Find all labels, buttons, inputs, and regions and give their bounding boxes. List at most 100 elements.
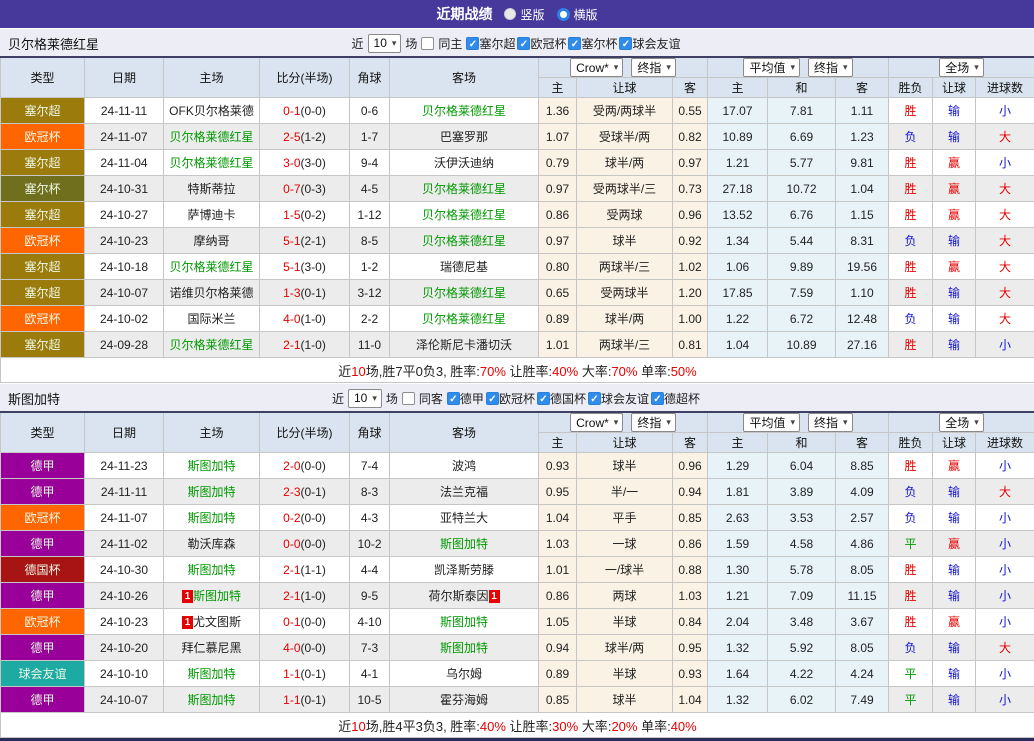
home-team-name[interactable]: 斯图加特 xyxy=(187,485,235,499)
away-team-cell: 斯图加特 xyxy=(390,531,539,557)
home-team-name[interactable]: 尤文图斯 xyxy=(193,615,241,629)
home-team-name[interactable]: 斯图加特 xyxy=(187,693,235,707)
league-badge: 德甲 xyxy=(1,479,85,505)
home-team-name[interactable]: 斯图加特 xyxy=(193,589,241,603)
handicap-odds-home: 1.03 xyxy=(539,531,577,557)
average-stage-select[interactable]: 终指▾ xyxy=(808,58,853,77)
away-team-cell: 贝尔格莱德红星 xyxy=(390,228,539,254)
away-team-name[interactable]: 泽伦斯尼卡潘切沃 xyxy=(416,338,512,352)
full-time-score: 2-1 xyxy=(283,338,300,352)
away-team-name[interactable]: 瑞德尼基 xyxy=(440,260,488,274)
match-score: 0-2(0-0) xyxy=(260,505,350,531)
home-team-name[interactable]: 斯图加特 xyxy=(187,667,235,681)
bookmaker-stage-select[interactable]: 终指▾ xyxy=(631,58,676,77)
corner-score: 4-4 xyxy=(350,557,390,583)
full-time-score: 5-1 xyxy=(283,260,300,274)
home-team-name[interactable]: 斯图加特 xyxy=(187,563,235,577)
home-team-name[interactable]: 勒沃库森 xyxy=(187,537,235,551)
away-team-name[interactable]: 亚特兰大 xyxy=(440,511,488,525)
games-label: 场 xyxy=(405,35,417,52)
col-handicap: 让球 xyxy=(577,433,673,453)
away-team-name[interactable]: 巴塞罗那 xyxy=(440,130,488,144)
match-score: 1-1(0-1) xyxy=(260,687,350,713)
away-team-name[interactable]: 贝尔格莱德红星 xyxy=(422,182,506,196)
home-team-name[interactable]: 诺维贝尔格莱德 xyxy=(169,286,253,300)
home-team-name[interactable]: 斯图加特 xyxy=(187,511,235,525)
radio-unselected-icon[interactable] xyxy=(504,8,516,20)
avg-away-odds: 8.05 xyxy=(836,557,889,583)
away-team-name[interactable]: 凯泽斯劳滕 xyxy=(434,563,494,577)
scope-select[interactable]: 全场▾ xyxy=(939,58,984,77)
league-filter-checkbox[interactable]: ✓ xyxy=(619,37,632,50)
handicap-odds-away: 0.93 xyxy=(673,661,708,687)
layout-option-vertical[interactable]: 竖版 xyxy=(504,6,544,23)
average-stage-select[interactable]: 终指▾ xyxy=(808,413,853,432)
away-team-name[interactable]: 斯图加特 xyxy=(440,641,488,655)
away-team-name[interactable]: 贝尔格莱德红星 xyxy=(422,234,506,248)
away-team-name[interactable]: 贝尔格莱德红星 xyxy=(422,208,506,222)
home-team-name[interactable]: 贝尔格莱德红星 xyxy=(169,338,253,352)
home-team-name[interactable]: OFK贝尔格莱德 xyxy=(169,104,254,118)
handicap-line: 半球 xyxy=(577,661,673,687)
away-team-name[interactable]: 霍芬海姆 xyxy=(440,693,488,707)
scope-select[interactable]: 全场▾ xyxy=(939,413,984,432)
home-team-name[interactable]: 萨博迪卡 xyxy=(187,208,235,222)
result-goals: 大 xyxy=(976,176,1034,202)
league-filter-checkbox[interactable]: ✓ xyxy=(447,392,460,405)
col-corner: 角球 xyxy=(350,57,390,98)
result-goals: 小 xyxy=(976,557,1034,583)
handicap-odds-away: 0.85 xyxy=(673,505,708,531)
home-team-name[interactable]: 斯图加特 xyxy=(187,459,235,473)
away-team-name[interactable]: 沃伊沃迪纳 xyxy=(434,156,494,170)
home-team-cell: 贝尔格莱德红星 xyxy=(164,124,260,150)
same-home-checkbox[interactable] xyxy=(421,37,434,50)
league-filter-checkbox[interactable]: ✓ xyxy=(486,392,499,405)
home-team-name[interactable]: 贝尔格莱德红星 xyxy=(169,156,253,170)
half-time-score: (3-0) xyxy=(301,260,326,274)
home-team-name[interactable]: 摩纳哥 xyxy=(193,234,229,248)
half-time-score: (0-1) xyxy=(301,286,326,300)
league-filter-checkbox[interactable]: ✓ xyxy=(517,37,530,50)
average-select[interactable]: 平均值▾ xyxy=(743,58,800,77)
section-header-team1: 贝尔格莱德红星 近 10 ▾ 场 同主 ✓塞尔超✓欧冠杯✓塞尔杯✓球会友谊 xyxy=(0,28,1034,56)
away-team-name[interactable]: 斯图加特 xyxy=(440,615,488,629)
handicap-odds-home: 0.97 xyxy=(539,228,577,254)
bookmaker-select[interactable]: Crow*▾ xyxy=(570,413,623,432)
away-team-name[interactable]: 法兰克福 xyxy=(440,485,488,499)
league-badge: 德国杯 xyxy=(1,557,85,583)
away-team-name[interactable]: 斯图加特 xyxy=(440,537,488,551)
away-team-name[interactable]: 乌尔姆 xyxy=(446,667,482,681)
home-team-name[interactable]: 贝尔格莱德红星 xyxy=(169,130,253,144)
away-team-name[interactable]: 贝尔格莱德红星 xyxy=(422,312,506,326)
league-filter-checkbox[interactable]: ✓ xyxy=(568,37,581,50)
league-filter-checkbox[interactable]: ✓ xyxy=(651,392,664,405)
recent-count-select[interactable]: 10 ▾ xyxy=(368,34,402,53)
away-team-name[interactable]: 贝尔格莱德红星 xyxy=(422,286,506,300)
bookmaker-select[interactable]: Crow*▾ xyxy=(570,58,623,77)
home-team-name[interactable]: 贝尔格莱德红星 xyxy=(169,260,253,274)
league-filter-checkbox[interactable]: ✓ xyxy=(588,392,601,405)
away-team-name[interactable]: 贝尔格莱德红星 xyxy=(422,104,506,118)
league-filter-checkbox[interactable]: ✓ xyxy=(466,37,479,50)
recent-count-select[interactable]: 10 ▾ xyxy=(348,389,382,408)
recent-label: 近 xyxy=(332,390,344,407)
full-time-score: 1-5 xyxy=(283,208,300,222)
radio-selected-icon[interactable] xyxy=(557,8,570,21)
match-score: 4-0(1-0) xyxy=(260,306,350,332)
bookmaker-stage-select[interactable]: 终指▾ xyxy=(631,413,676,432)
result-handicap: 输 xyxy=(933,332,976,358)
same-away-checkbox[interactable] xyxy=(402,392,415,405)
away-team-name[interactable]: 波鸿 xyxy=(452,459,476,473)
full-time-score: 2-1 xyxy=(283,589,300,603)
average-select[interactable]: 平均值▾ xyxy=(743,413,800,432)
layout-option-horizontal[interactable]: 横版 xyxy=(557,6,598,23)
home-team-cell: 1尤文图斯 xyxy=(164,609,260,635)
league-filter-checkbox[interactable]: ✓ xyxy=(537,392,550,405)
away-team-name[interactable]: 荷尔斯泰因 xyxy=(428,589,488,603)
summary-text: 近 xyxy=(338,364,351,379)
home-team-name[interactable]: 拜仁慕尼黑 xyxy=(181,641,241,655)
home-team-name[interactable]: 特斯蒂拉 xyxy=(187,182,235,196)
home-team-name[interactable]: 国际米兰 xyxy=(187,312,235,326)
home-team-cell: 贝尔格莱德红星 xyxy=(164,332,260,358)
avg-draw-odds: 4.58 xyxy=(768,531,836,557)
